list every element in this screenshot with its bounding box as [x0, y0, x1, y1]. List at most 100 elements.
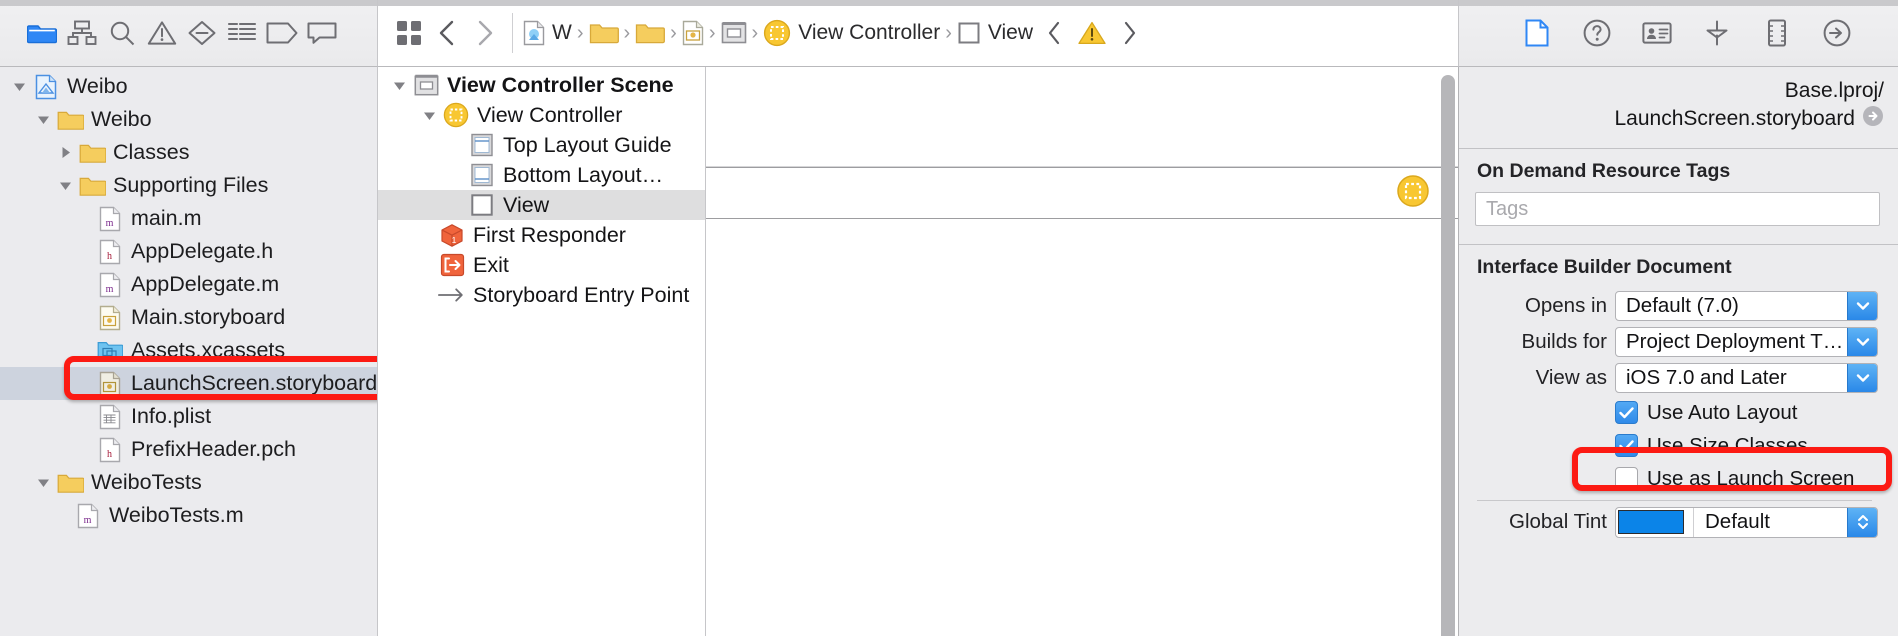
jump-bar-item-scene[interactable] — [719, 21, 749, 45]
nav-row-appdelegate-m[interactable]: m AppDelegate.m — [0, 268, 377, 301]
nav-row-main-m[interactable]: m main.m — [0, 202, 377, 235]
previous-issue-button[interactable] — [1035, 13, 1073, 53]
test-navigator-icon[interactable] — [182, 16, 222, 50]
storyboard-outline-view[interactable]: View Controller Scene View Controller To… — [378, 67, 706, 636]
nav-row-label: WeiboTests — [91, 469, 202, 494]
nav-row-weibotests-m[interactable]: m WeiboTests.m — [0, 499, 377, 532]
use-auto-layout-checkbox[interactable] — [1615, 401, 1638, 425]
debug-navigator-icon[interactable] — [222, 16, 262, 50]
jump-bar-item-folder-2[interactable] — [633, 21, 667, 45]
view-as-popup[interactable]: iOS 7.0 and Later — [1615, 363, 1878, 394]
attributes-inspector-icon[interactable] — [1697, 16, 1737, 50]
disclosure-triangle-right-icon[interactable] — [52, 145, 78, 160]
identity-inspector-icon[interactable] — [1637, 16, 1677, 50]
inspector-file-path-line1: Base.lproj/ — [1784, 79, 1884, 102]
project-navigator[interactable]: Weibo Weibo Classes Supporting Files m m… — [0, 67, 378, 636]
jump-bar-item-view[interactable]: View — [955, 20, 1035, 46]
nav-row-main-storyboard[interactable]: Main.storyboard — [0, 301, 377, 334]
view-as-label: View as — [1535, 366, 1607, 390]
forward-button[interactable] — [466, 13, 504, 53]
find-navigator-icon[interactable] — [102, 16, 142, 50]
next-issue-button[interactable] — [1111, 13, 1149, 53]
jump-bar-item-project[interactable]: W — [521, 20, 574, 46]
toolbar-row: W › › › › › View Controller › View — [0, 0, 1898, 67]
builds-for-value: Project Deployment T… — [1626, 330, 1844, 354]
nav-row-weibo-project[interactable]: Weibo — [0, 70, 377, 103]
nav-row-assets-xcassets[interactable]: Assets.xcassets — [0, 334, 377, 367]
outline-row-label: View Controller Scene — [447, 72, 674, 97]
report-navigator-icon[interactable] — [302, 16, 342, 50]
outline-row-exit[interactable]: Exit — [378, 250, 705, 280]
reveal-in-navigator-icon[interactable] — [1862, 105, 1884, 132]
view-controller-dock-icon[interactable] — [1396, 174, 1430, 213]
opens-in-popup[interactable]: Default (7.0) — [1615, 291, 1878, 322]
related-items-icon[interactable] — [390, 13, 428, 53]
inspector-selector-bar — [1458, 0, 1898, 67]
odr-tags-input[interactable]: Tags — [1475, 192, 1880, 227]
file-inspector-panel[interactable]: Base.lproj/ LaunchScreen.storyboard On D… — [1458, 67, 1898, 636]
chevron-down-icon[interactable] — [1847, 328, 1877, 357]
outline-row-view-controller-scene[interactable]: View Controller Scene — [378, 70, 705, 100]
issue-navigator-icon[interactable] — [142, 16, 182, 50]
quick-help-inspector-icon[interactable] — [1577, 16, 1617, 50]
nav-row-weibo-group[interactable]: Weibo — [0, 103, 377, 136]
interface-builder-canvas[interactable] — [706, 67, 1458, 636]
main-body: Weibo Weibo Classes Supporting Files m m… — [0, 67, 1898, 636]
nav-row-label: WeiboTests.m — [109, 502, 244, 527]
global-tint-row: Global Tint Default — [1467, 504, 1882, 540]
nav-row-supporting-files[interactable]: Supporting Files — [0, 169, 377, 202]
disclosure-triangle-down-icon[interactable] — [386, 78, 412, 93]
use-as-launch-screen-row[interactable]: Use as Launch Screen — [1467, 462, 1882, 495]
use-size-classes-row[interactable]: Use Size Classes — [1467, 429, 1882, 462]
nav-row-info-plist[interactable]: Info.plist — [0, 400, 377, 433]
xcassets-icon — [96, 340, 124, 362]
back-button[interactable] — [428, 13, 466, 53]
outline-row-storyboard-entry-point[interactable]: Storyboard Entry Point — [378, 280, 705, 310]
svg-text:m: m — [106, 284, 114, 295]
disclosure-triangle-down-icon[interactable] — [416, 108, 442, 123]
builds-for-popup[interactable]: Project Deployment T… — [1615, 327, 1878, 358]
canvas-vertical-scrollbar[interactable] — [1441, 75, 1455, 636]
chevron-down-icon[interactable] — [1847, 292, 1877, 321]
outline-row-top-layout-guide[interactable]: Top Layout Guide — [378, 130, 705, 160]
use-size-classes-label: Use Size Classes — [1647, 433, 1808, 457]
symbol-navigator-icon[interactable] — [62, 16, 102, 50]
view-icon — [468, 192, 496, 218]
connections-inspector-icon[interactable] — [1817, 16, 1857, 50]
outline-row-view-controller[interactable]: View Controller — [378, 100, 705, 130]
file-inspector-icon[interactable] — [1517, 16, 1557, 50]
chevron-down-icon[interactable] — [1847, 364, 1877, 393]
use-auto-layout-row[interactable]: Use Auto Layout — [1467, 396, 1882, 429]
warning-icon[interactable] — [1073, 13, 1111, 53]
global-tint-stepper[interactable] — [1847, 507, 1877, 537]
nav-row-label: Main.storyboard — [131, 304, 286, 329]
outline-row-view[interactable]: View — [378, 190, 705, 220]
use-as-launch-screen-checkbox[interactable] — [1615, 467, 1638, 491]
outline-row-first-responder[interactable]: 1 First Responder — [378, 220, 705, 250]
outline-row-label: Top Layout Guide — [503, 132, 672, 157]
jump-bar-item-storyboard[interactable] — [680, 20, 706, 46]
navigator-selector-bar — [0, 0, 378, 67]
use-size-classes-checkbox[interactable] — [1615, 434, 1638, 458]
nav-row-prefixheader-pch[interactable]: h PrefixHeader.pch — [0, 433, 377, 466]
outline-row-bottom-layout-guide[interactable]: Bottom Layout… — [378, 160, 705, 190]
nav-row-appdelegate-h[interactable]: h AppDelegate.h — [0, 235, 377, 268]
jump-bar-item-view-controller[interactable]: View Controller — [761, 19, 942, 47]
disclosure-triangle-down-icon[interactable] — [6, 79, 32, 94]
nav-row-label: AppDelegate.m — [131, 271, 280, 296]
breakpoint-navigator-icon[interactable] — [262, 16, 302, 50]
nav-row-launchscreen-storyboard[interactable]: LaunchScreen.storyboard — [0, 367, 377, 400]
global-tint-control[interactable]: Default — [1615, 506, 1878, 538]
folder-icon — [78, 175, 106, 197]
disclosure-triangle-down-icon[interactable] — [30, 475, 56, 490]
project-navigator-icon[interactable] — [22, 16, 62, 50]
disclosure-triangle-down-icon[interactable] — [30, 112, 56, 127]
nav-row-weibotests-group[interactable]: WeiboTests — [0, 466, 377, 499]
nav-row-classes[interactable]: Classes — [0, 136, 377, 169]
jump-bar-item-folder-1[interactable] — [587, 21, 621, 45]
top-layout-guide-icon — [468, 132, 496, 158]
scene-dock[interactable] — [706, 167, 1458, 219]
global-tint-color-swatch[interactable] — [1618, 510, 1684, 535]
disclosure-triangle-down-icon[interactable] — [52, 178, 78, 193]
size-inspector-icon[interactable] — [1757, 16, 1797, 50]
